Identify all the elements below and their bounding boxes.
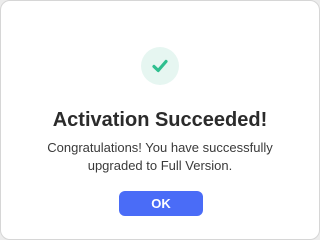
success-badge	[141, 47, 179, 85]
dialog-message-line1: Congratulations! You have successfully	[47, 140, 273, 155]
dialog-title: Activation Succeeded!	[52, 109, 268, 131]
checkmark-icon	[152, 59, 168, 73]
activation-dialog: Activation Succeeded! Congratulations! Y…	[0, 0, 320, 240]
dialog-message-line2: upgraded to Full Version.	[87, 158, 233, 173]
dialog-message: Congratulations! You have successfully u…	[21, 139, 299, 175]
ok-button[interactable]: OK	[119, 191, 203, 216]
